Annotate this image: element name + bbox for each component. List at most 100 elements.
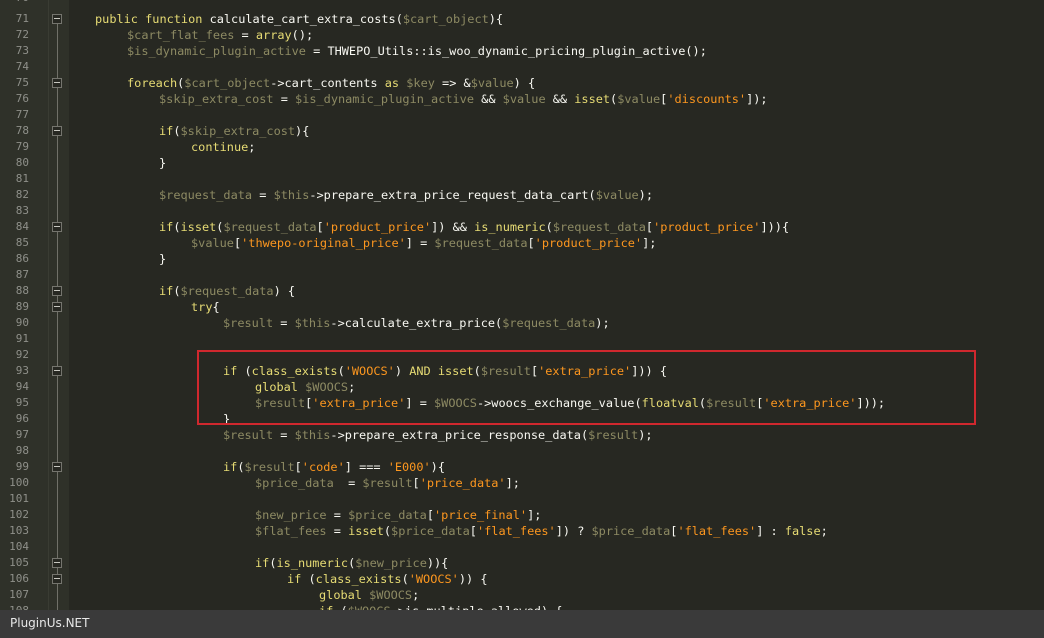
code-line[interactable]: 85 $value['thwepo-original_price'] = $req… [0, 235, 1044, 251]
code-text: foreach($cart_object->cart_contents as $… [127, 76, 536, 90]
line-number: 88 [15, 284, 29, 297]
code-editor[interactable]: 70 71 public function calculate_cart_extr… [0, 0, 1044, 610]
line-number: 89 [15, 300, 29, 313]
line-number: 101 [9, 492, 29, 505]
code-line[interactable]: 82 $request_data = $this->prepare_extra_p… [0, 187, 1044, 203]
code-line[interactable]: 108 if ($WOOCS->is_multiple_allowed) { [0, 603, 1044, 610]
footer-bar: PluginUs.NET [0, 610, 1044, 638]
code-line[interactable]: 84 if(isset($request_data['product_price'… [0, 219, 1044, 235]
code-line[interactable]: 71 public function calculate_cart_extra_c… [0, 11, 1044, 27]
code-line[interactable]: 100 $price_data = $result['price_data']; [0, 475, 1044, 491]
line-number: 70 [0, 0, 29, 6]
code-line[interactable]: 98 [0, 443, 1044, 459]
line-number: 97 [15, 428, 29, 441]
line-number: 98 [15, 444, 29, 457]
code-line[interactable]: 79 continue; [0, 139, 1044, 155]
code-text: } [159, 252, 167, 266]
line-number: 82 [15, 188, 29, 201]
code-line[interactable]: 106 if (class_exists('WOOCS')) { [0, 571, 1044, 587]
code-line[interactable]: 89 try{ [0, 299, 1044, 315]
code-text: try{ [191, 300, 220, 314]
line-number: 105 [9, 556, 29, 569]
code-text: $cart_flat_fees = array(); [127, 28, 314, 42]
code-line[interactable]: 83 [0, 203, 1044, 219]
line-number: 93 [15, 364, 29, 377]
highlight-box [197, 350, 976, 425]
code-text: if($request_data) { [159, 284, 296, 298]
code-text: $result = $this->calculate_extra_price($… [223, 316, 610, 330]
fold-toggle-icon[interactable] [52, 78, 62, 88]
code-text: if($result['code'] === 'E000'){ [223, 460, 445, 474]
fold-toggle-icon[interactable] [52, 14, 62, 24]
line-number: 100 [9, 476, 29, 489]
line-number: 73 [15, 44, 29, 57]
code-line[interactable]: 78 if($skip_extra_cost){ [0, 123, 1044, 139]
line-number: 78 [15, 124, 29, 137]
code-line[interactable]: 86} [0, 251, 1044, 267]
fold-toggle-icon[interactable] [52, 366, 62, 376]
line-number: 74 [15, 60, 29, 73]
line-number: 81 [15, 172, 29, 185]
code-line[interactable]: 103 $flat_fees = isset($price_data['flat_… [0, 523, 1044, 539]
code-text: $result = $this->prepare_extra_price_res… [223, 428, 653, 442]
line-number: 85 [15, 236, 29, 249]
fold-toggle-icon[interactable] [52, 222, 62, 232]
code-line[interactable]: 75 foreach($cart_object->cart_contents as… [0, 75, 1044, 91]
code-line[interactable]: 107 global $WOOCS; [0, 587, 1044, 603]
code-line[interactable]: 99 if($result['code'] === 'E000'){ [0, 459, 1044, 475]
line-number: 102 [9, 508, 29, 521]
code-line[interactable]: 87 [0, 267, 1044, 283]
line-number: 96 [15, 412, 29, 425]
line-number: 94 [15, 380, 29, 393]
code-text: if($skip_extra_cost){ [159, 124, 310, 138]
code-line[interactable]: 74 [0, 59, 1044, 75]
code-line[interactable]: 97 $result = $this->prepare_extra_price_r… [0, 427, 1044, 443]
code-line[interactable]: 105 if(is_numeric($new_price)){ [0, 555, 1044, 571]
line-number: 75 [15, 76, 29, 89]
code-text: if ($WOOCS->is_multiple_allowed) { [319, 603, 562, 610]
code-line[interactable]: 102 $new_price = $price_data['price_final… [0, 507, 1044, 523]
code-line[interactable]: 101 [0, 491, 1044, 507]
line-number: 76 [15, 92, 29, 105]
line-number: 79 [15, 140, 29, 153]
line-number: 72 [15, 28, 29, 41]
code-text: $is_dynamic_plugin_active = THWEPO_Utils… [127, 44, 707, 58]
line-number: 90 [15, 316, 29, 329]
code-text: $new_price = $price_data['price_final']; [255, 508, 542, 522]
code-text: $skip_extra_cost = $is_dynamic_plugin_ac… [159, 92, 768, 106]
line-number: 84 [15, 220, 29, 233]
code-line[interactable]: 90 $result = $this->calculate_extra_price… [0, 315, 1044, 331]
code-text: continue; [191, 140, 256, 154]
line-number: 107 [9, 588, 29, 601]
line-number: 104 [9, 540, 29, 553]
line-number: 83 [15, 204, 29, 217]
code-line[interactable]: 81 [0, 171, 1044, 187]
fold-toggle-icon[interactable] [52, 574, 62, 584]
line-number: 87 [15, 268, 29, 281]
code-line[interactable]: 72 $cart_flat_fees = array(); [0, 27, 1044, 43]
code-line[interactable]: 76 $skip_extra_cost = $is_dynamic_plugin_… [0, 91, 1044, 107]
line-number: 106 [9, 572, 29, 585]
code-line[interactable]: 80} [0, 155, 1044, 171]
line-number: 92 [15, 348, 29, 361]
code-line[interactable]: 104 [0, 539, 1044, 555]
code-line[interactable]: 73 $is_dynamic_plugin_active = THWEPO_Uti… [0, 43, 1044, 59]
fold-toggle-icon[interactable] [52, 462, 62, 472]
code-text: $price_data = $result['price_data']; [255, 476, 520, 490]
line-number: 77 [15, 108, 29, 121]
line-number: 99 [15, 460, 29, 473]
code-text: $value['thwepo-original_price'] = $reque… [191, 236, 657, 250]
fold-toggle-icon[interactable] [52, 126, 62, 136]
fold-toggle-icon[interactable] [52, 302, 62, 312]
code-text: if(is_numeric($new_price)){ [255, 556, 449, 570]
code-text: global $WOOCS; [319, 588, 420, 602]
code-line[interactable]: 88 if($request_data) { [0, 283, 1044, 299]
line-number: 91 [15, 332, 29, 345]
fold-toggle-icon[interactable] [52, 558, 62, 568]
line-number: 86 [15, 252, 29, 265]
fold-toggle-icon[interactable] [52, 286, 62, 296]
code-line-partial: 70 [0, 0, 1044, 6]
code-line[interactable]: 91 [0, 331, 1044, 347]
code-text: $flat_fees = isset($price_data['flat_fee… [255, 524, 828, 538]
code-line[interactable]: 77 [0, 107, 1044, 123]
